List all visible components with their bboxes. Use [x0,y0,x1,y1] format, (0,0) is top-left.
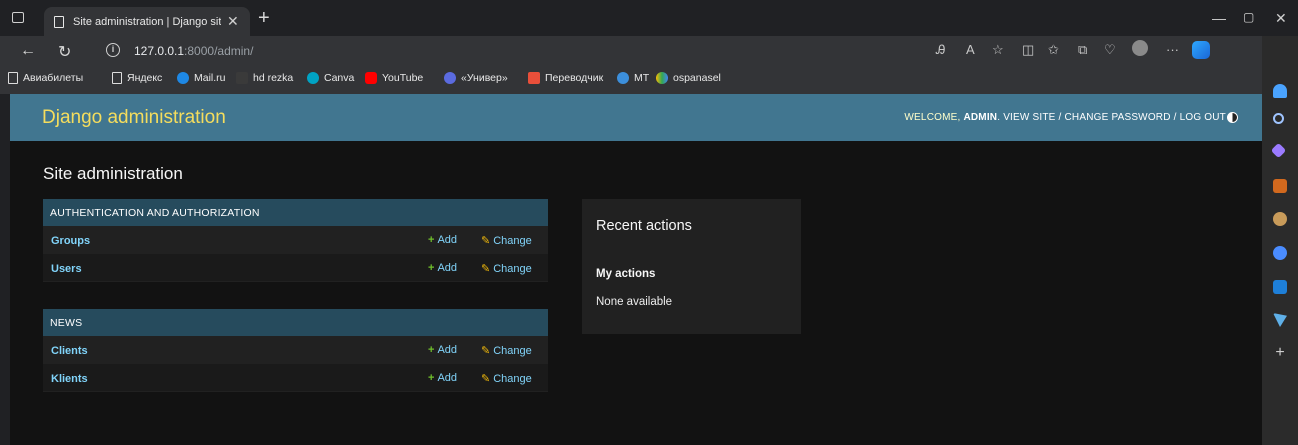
model-link-users[interactable]: Users [51,263,82,275]
tab-actions-icon[interactable] [12,12,24,23]
url-text[interactable]: 127.0.0.1:8000/admin/ [134,44,253,58]
restore-icon[interactable]: ▢ [1243,10,1254,24]
username: ADMIN [963,112,998,123]
profile-avatar[interactable] [1132,40,1148,56]
bookmark-canva[interactable]: Canva [307,72,354,84]
pencil-icon: ✎ [481,235,491,247]
canva-icon [307,72,319,84]
refresh-icon[interactable]: ↻ [58,42,71,62]
welcome-text: WELCOME, [904,112,964,123]
favorite-star-icon[interactable]: ☆ [992,42,1004,58]
tab-title: Site administration | Django site admin [73,15,221,28]
back-icon[interactable]: ← [20,42,36,60]
mailru-icon [177,72,189,84]
toolbox-icon[interactable] [1273,179,1287,193]
minimize-icon[interactable]: — [1212,10,1226,26]
model-link-klients[interactable]: Klients [51,373,88,385]
plus-icon: + [428,234,435,246]
browser-titlebar: Site administration | Django site admin … [0,0,1298,36]
change-link[interactable]: ✎ Change [481,234,532,247]
change-link[interactable]: ✎ Change [481,372,532,385]
add-icon[interactable]: + [1273,345,1287,361]
page-icon [112,72,122,84]
favorites-icon[interactable]: ✩ [1048,42,1059,58]
admin-header: Django administration WELCOME, ADMIN. VI… [10,94,1262,141]
plus-icon: + [428,344,435,356]
copilot-sidebar-icon[interactable] [1273,246,1287,260]
page-icon [54,15,64,28]
split-screen-icon[interactable]: ◫ [1022,42,1034,58]
new-tab-icon[interactable]: + [258,8,270,28]
bookmark-ospanasel[interactable]: ospanasel [656,72,721,84]
table-row: Users + Add ✎ Change [43,254,548,282]
drive-icon [656,72,668,84]
user-links[interactable]: . VIEW SITE / CHANGE PASSWORD / LOG OUT [997,112,1226,123]
search-icon[interactable] [1273,113,1284,124]
close-window-icon[interactable]: ✕ [1275,10,1287,27]
info-icon[interactable]: i [106,43,120,57]
send-icon[interactable] [1273,313,1287,327]
pencil-icon: ✎ [481,263,491,275]
module-authentication: AUTHENTICATION AND AUTHORIZATION Groups … [43,199,548,282]
admin-page: Django administration WELCOME, ADMIN. VI… [10,94,1262,445]
reader-icon[interactable]: A [966,42,975,57]
pencil-icon: ✎ [481,345,491,357]
browser-tab[interactable]: Site administration | Django site admin … [44,7,250,36]
youtube-icon [365,72,377,84]
bookmark-mailru[interactable]: Mail.ru [177,72,226,84]
translator-icon [528,72,540,84]
mt-icon [617,72,629,84]
copilot-icon[interactable] [1192,41,1210,59]
none-available-text: None available [596,296,673,308]
change-link[interactable]: ✎ Change [481,262,532,275]
browser-sidebar: + [1262,36,1298,445]
model-link-clients[interactable]: Clients [51,345,88,357]
module-news: NEWS Clients + Add ✎ Change Klients + Add ✎… [43,309,548,392]
pencil-icon: ✎ [481,373,491,385]
table-row: Clients + Add ✎ Change [43,336,548,364]
outlook-icon[interactable] [1273,280,1287,294]
plus-icon: + [428,372,435,384]
bookmark-youtube[interactable]: YouTube [365,72,423,84]
add-link[interactable]: + Add [428,344,457,356]
bell-icon[interactable] [1273,84,1287,98]
add-link[interactable]: + Add [428,262,457,274]
bookmark-translator[interactable]: Переводчик [528,72,603,84]
add-link[interactable]: + Add [428,234,457,246]
add-link[interactable]: + Add [428,372,457,384]
recent-actions-title: Recent actions [596,218,692,234]
tag-icon[interactable] [1270,142,1287,159]
univer-icon [444,72,456,84]
theme-toggle-icon[interactable] [1227,112,1238,123]
close-tab-icon[interactable]: ✕ [227,13,239,30]
hdrezka-icon [236,72,248,84]
my-actions-heading: My actions [596,268,656,280]
change-link[interactable]: ✎ Change [481,344,532,357]
bookmark-hdrezka[interactable]: hd rezka [236,72,293,84]
more-icon[interactable]: ··· [1166,42,1179,57]
table-row: Groups + Add ✎ Change [43,226,548,254]
page-title: Site administration [43,164,183,183]
bookmark-yandex[interactable]: Яндекс [112,72,162,84]
table-row: Klients + Add ✎ Change [43,364,548,392]
model-link-groups[interactable]: Groups [51,235,90,247]
bookmarks-bar: Авиабилеты Яндекс Mail.ru hd rezka Canva… [0,66,1262,94]
health-icon[interactable]: ♡ [1104,42,1116,58]
module-caption[interactable]: AUTHENTICATION AND AUTHORIZATION [43,199,548,226]
browser-toolbar: ← ↻ i 127.0.0.1:8000/admin/ Ꭿ A ☆ ◫ ✩ ⧉ … [0,36,1262,66]
read-aloud-icon[interactable]: Ꭿ [936,42,945,58]
collections-icon[interactable]: ⧉ [1078,42,1087,58]
recent-actions-panel: Recent actions My actions None available [582,199,801,334]
page-icon [8,72,18,84]
user-tools: WELCOME, ADMIN. VIEW SITE / CHANGE PASSW… [904,112,1226,123]
bookmark-univer[interactable]: «Универ» [444,72,508,84]
module-caption[interactable]: NEWS [43,309,548,336]
bookmark-mt[interactable]: MT [617,72,649,84]
people-icon[interactable] [1273,212,1287,226]
site-branding[interactable]: Django administration [42,107,226,129]
bookmark-aviabilety[interactable]: Авиабилеты [8,72,83,84]
plus-icon: + [428,262,435,274]
